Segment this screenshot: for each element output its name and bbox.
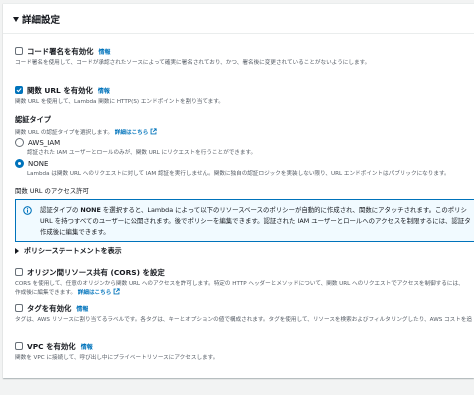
function-url-option: 関数 URL を有効化 情報 関数 URL を使用して、Lambda 関数に H… — [15, 85, 224, 105]
info-icon — [23, 206, 32, 215]
alert-line-1: 認証タイプの NONE を選択すると、Lambda によって以下のリソースベース… — [40, 205, 471, 216]
section-title: 詳細設定 — [22, 15, 61, 26]
none-radio[interactable] — [15, 159, 24, 168]
cors-option: オリジン間リソース共有 (CORS) を設定 CORS を使用して、任意のオリジ… — [15, 267, 464, 296]
vpc-description: 関数を VPC に接続して、呼び出し中にプライベートリソースにアクセスします。 — [15, 355, 219, 361]
policy-statement-expander[interactable]: ポリシーステートメントを表示 — [15, 246, 122, 256]
alert-line-1-prefix: 認証タイプの — [40, 206, 81, 214]
function-url-description: 関数 URL を使用して、Lambda 関数に HTTP(S) エンドポイントを… — [15, 99, 224, 105]
cors-description: CORS を使用して、任意のオリジンから関数 URL へのアクセスを許可します。… — [15, 281, 464, 287]
auth-type-label: 認証タイプ — [15, 115, 51, 124]
vpc-info-link[interactable]: 情報 — [81, 342, 93, 351]
vpc-option: VPC を有効化 情報 関数を VPC に接続して、呼び出し中にプライベートリソ… — [15, 341, 218, 361]
auth-type-field: 認証タイプ 関数 URL の認証タイプを選択します。 詳細はこちら — [15, 115, 157, 136]
code-signing-label: コード署名を有効化 — [27, 46, 94, 56]
none-label: NONE — [28, 159, 49, 168]
permissions-info-alert: 認証タイプの NONE を選択すると、Lambda によって以下のリソースベース… — [15, 199, 474, 242]
permissions-alert-text: 認証タイプの NONE を選択すると、Lambda によって以下のリソースベース… — [40, 205, 471, 238]
cors-learn-more-link[interactable]: 詳細はこちら — [77, 288, 121, 296]
permissions-label-row: 関数 URL のアクセス許可 — [15, 184, 89, 195]
auth-type-learn-more-link[interactable]: 詳細はこちら — [114, 128, 158, 136]
vpc-label: VPC を有効化 — [27, 341, 76, 351]
alert-line-2: URL を持つすべてのユーザーに公開されます。後でポリシーを編集できます。認証さ… — [40, 217, 471, 225]
aws-iam-label: AWS_IAM — [28, 138, 61, 147]
tags-label: タグを有効化 — [27, 303, 72, 313]
caret-down-icon — [13, 16, 19, 22]
auth-type-description-text: 関数 URL の認証タイプを選択します。 — [15, 130, 114, 136]
advanced-settings-header[interactable]: 詳細設定 — [3, 11, 60, 27]
cors-description-2: 作成後に編集できます。 詳細はこちら — [15, 288, 464, 296]
alert-line-3: 作成後に編集できます。 — [40, 228, 110, 236]
function-url-label: 関数 URL を有効化 — [27, 85, 93, 95]
auth-type-learn-more-label: 詳細はこちら — [114, 130, 149, 136]
code-signing-checkbox[interactable] — [15, 47, 23, 55]
tags-info-link[interactable]: 情報 — [76, 304, 88, 313]
cors-label: オリジン間リソース共有 (CORS) を設定 — [27, 267, 165, 277]
cors-checkbox[interactable] — [15, 268, 23, 276]
none-description: Lambda は関数 URL へのリクエストに対して IAM 認証を実行しません… — [27, 171, 450, 177]
section-divider — [3, 33, 474, 34]
cors-learn-more-label: 詳細はこちら — [77, 290, 112, 296]
function-url-checkbox[interactable] — [15, 86, 23, 94]
page-background-footer — [0, 385, 474, 395]
policy-statement-label: ポリシーステートメントを表示 — [24, 247, 122, 255]
function-url-info-link[interactable]: 情報 — [98, 86, 110, 95]
tags-option: タグを有効化 情報 タグは、AWS リソースに割り当てるラベルです。各タグは、キ… — [15, 303, 472, 323]
auth-type-description: 関数 URL の認証タイプを選択します。 詳細はこちら — [15, 128, 157, 136]
checkmark-icon — [16, 88, 22, 93]
aws-iam-description: 認証された IAM ユーザーとロールのみが、関数 URL にリクエストを行うこと… — [27, 150, 257, 156]
external-link-icon — [150, 128, 157, 135]
alert-line-1-suffix: を選択すると、Lambda によって以下のリソースベースのポリシーが自動的に作成… — [100, 206, 467, 214]
code-signing-option: コード署名を有効化 情報 コード署名を使用して、コードが承認されたソースによって… — [15, 46, 370, 66]
advanced-settings-panel: 詳細設定 コード署名を有効化 情報 コード署名を使用して、コードが承認されたソー… — [3, 3, 474, 378]
caret-right-icon — [15, 248, 19, 254]
auth-type-option-aws-iam: AWS_IAM 認証された IAM ユーザーとロールのみが、関数 URL にリク… — [15, 138, 256, 156]
cors-description-2-text: 作成後に編集できます。 — [15, 290, 76, 296]
tags-description: タグは、AWS リソースに割り当てるラベルです。各タグは、キーとオプションの値で… — [15, 317, 473, 323]
aws-iam-radio[interactable] — [15, 138, 24, 147]
code-signing-info-link[interactable]: 情報 — [99, 47, 111, 56]
external-link-icon — [113, 288, 120, 295]
auth-type-option-none: NONE Lambda は関数 URL へのリクエストに対して IAM 認証を実… — [15, 159, 450, 177]
permissions-label: 関数 URL のアクセス許可 — [15, 187, 89, 195]
vpc-checkbox[interactable] — [15, 342, 23, 350]
alert-line-1-bold: NONE — [80, 206, 101, 214]
tags-checkbox[interactable] — [15, 304, 23, 312]
code-signing-description: コード署名を使用して、コードが承認されたソースによって確実に署名されており、かつ… — [15, 60, 371, 66]
